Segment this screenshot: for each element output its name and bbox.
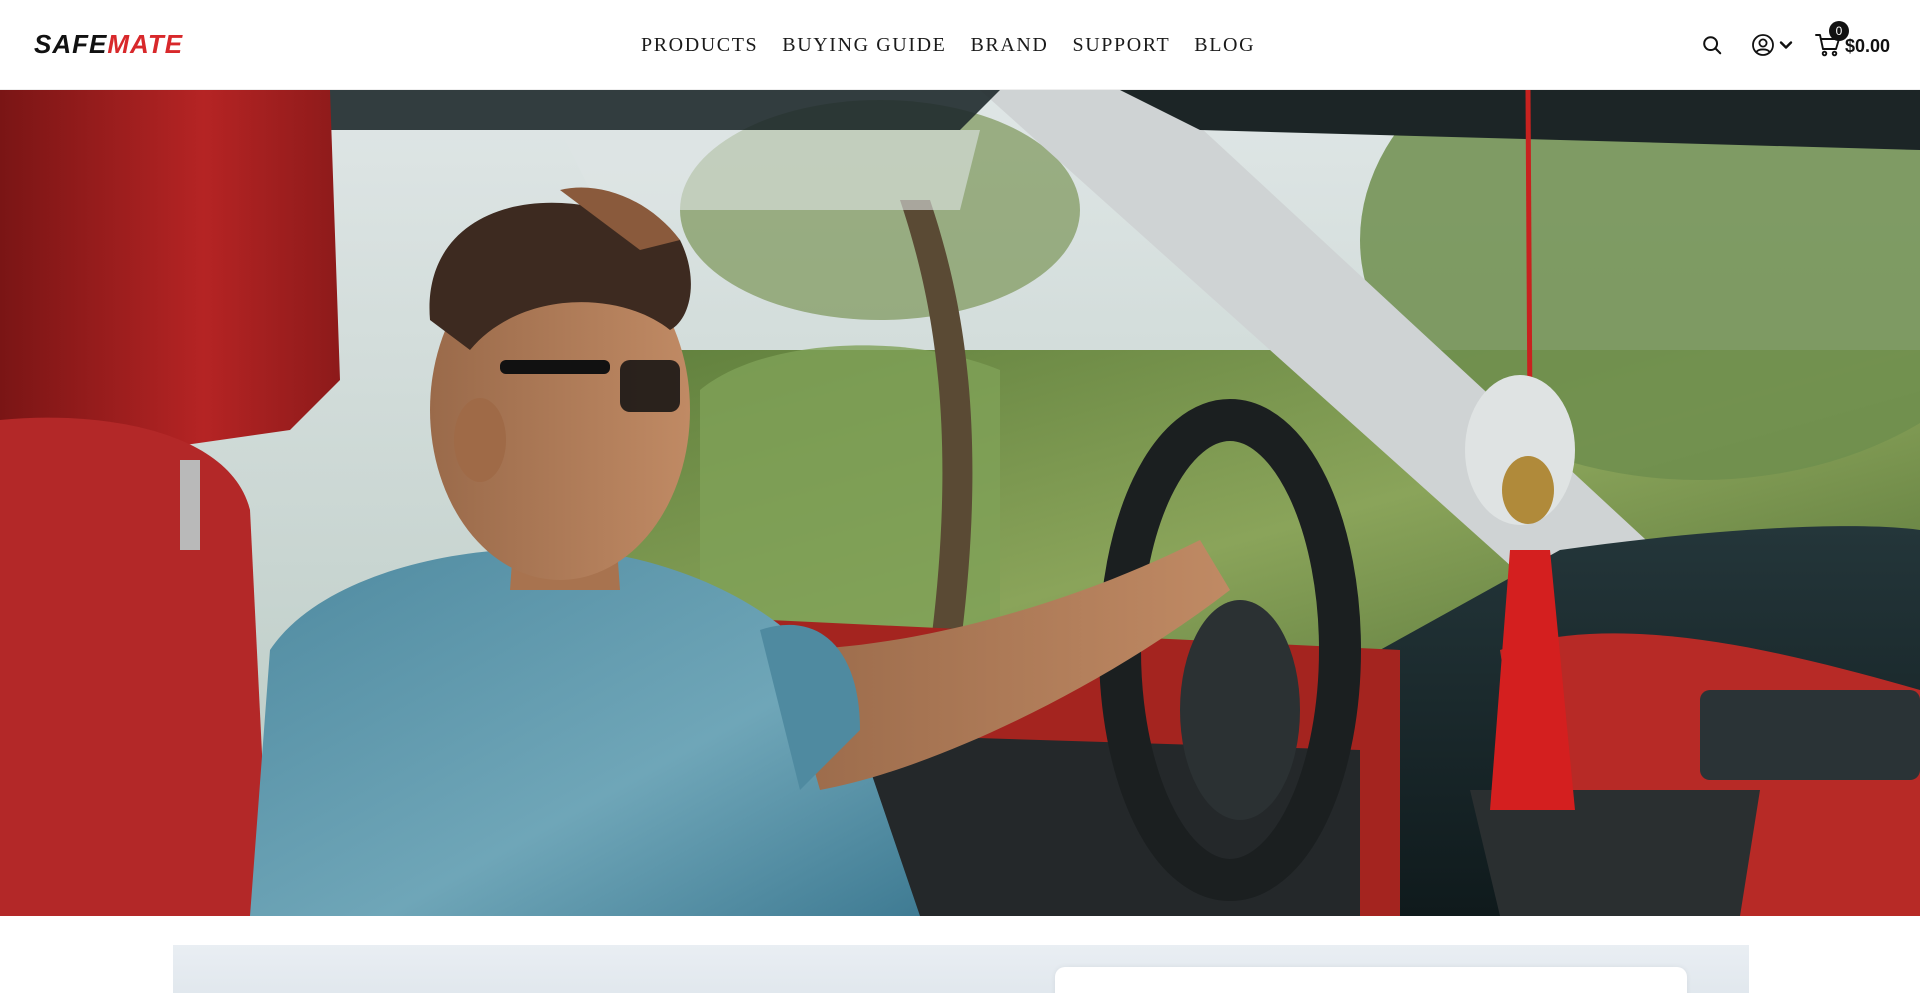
chevron-down-icon [1779, 41, 1793, 49]
promo-card [1055, 967, 1687, 993]
cart-count-badge: 0 [1828, 21, 1849, 41]
logo-text-safe: SAFE [34, 29, 108, 59]
user-circle-icon [1752, 34, 1774, 56]
featured-section [0, 916, 1920, 993]
brand-logo[interactable]: SAFE MATE [34, 31, 183, 57]
nav-item-products[interactable]: PRODUCTS [641, 34, 758, 57]
nav-item-brand[interactable]: BRAND [970, 34, 1048, 57]
nav-item-support[interactable]: SUPPORT [1072, 34, 1170, 57]
hero-banner[interactable] [0, 90, 1920, 916]
hero-image [0, 90, 1920, 916]
promo-banner[interactable] [173, 945, 1749, 993]
search-icon [1703, 36, 1722, 55]
site-header: SAFE MATE PRODUCTS BUYING GUIDE BRAND SUP… [0, 0, 1920, 90]
cart-button[interactable]: 0 $0.00 [1815, 21, 1890, 57]
header-actions: 0 $0.00 [1701, 0, 1890, 90]
search-button[interactable] [1701, 34, 1723, 56]
nav-item-blog[interactable]: BLOG [1194, 34, 1255, 57]
cart-total: $0.00 [1844, 35, 1890, 56]
logo-text-mate: MATE [107, 29, 184, 59]
nav-item-buying-guide[interactable]: BUYING GUIDE [782, 34, 946, 57]
account-menu-button[interactable] [1751, 33, 1793, 57]
main-nav: PRODUCTS BUYING GUIDE BRAND SUPPORT BLOG [641, 0, 1255, 90]
